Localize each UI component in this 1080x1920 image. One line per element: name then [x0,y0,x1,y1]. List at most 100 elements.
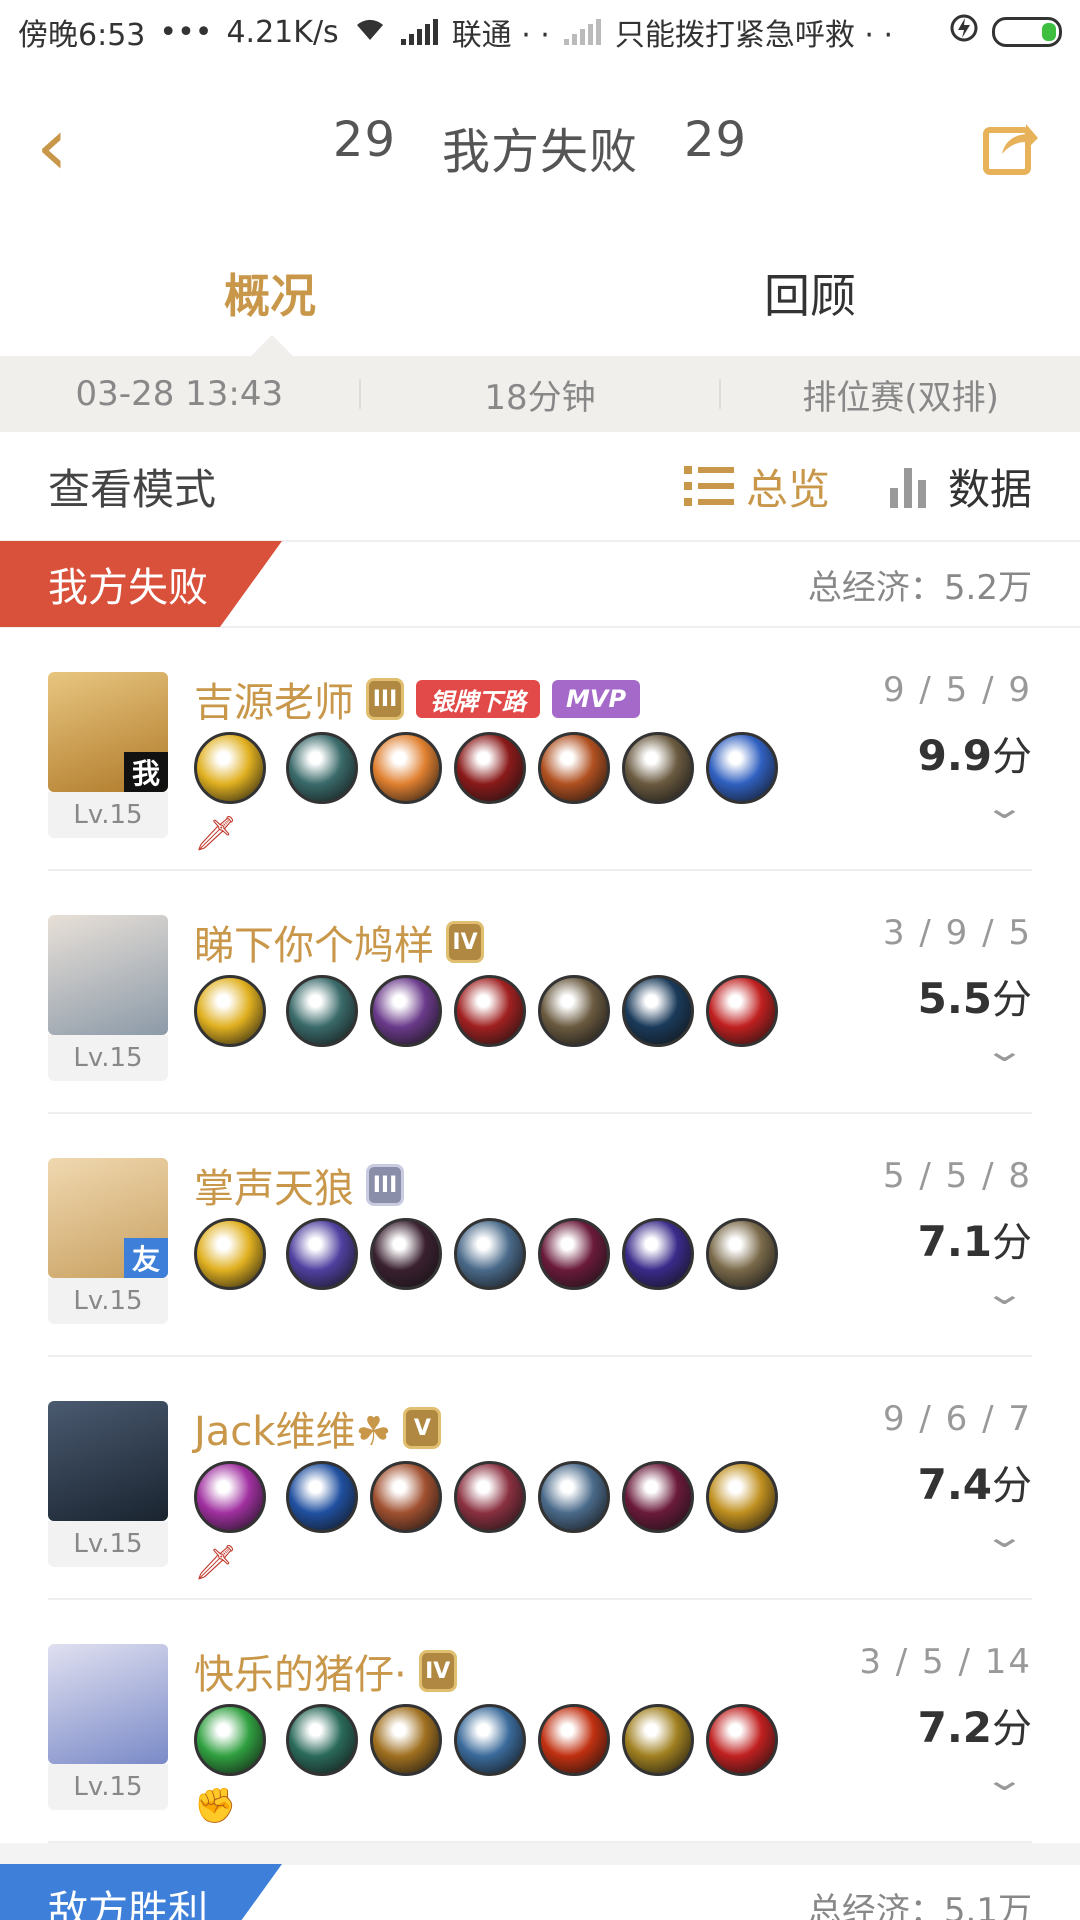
hero-avatar[interactable] [48,915,168,1035]
match-info-bar: 03-28 13:43 18分钟 排位赛(双排) [0,356,1080,432]
player-name[interactable]: 快乐的猪仔· [194,1642,407,1700]
data-label: 数据 [947,464,1032,514]
item-icon [370,1704,442,1776]
hero-avatar[interactable] [48,1644,168,1764]
hero-avatar[interactable]: 友 [48,1158,168,1278]
item-row [194,1461,778,1533]
hero-level: Lv.15 [48,1278,168,1324]
item-icon [538,1461,610,1533]
tab-indicator [250,335,294,357]
item-icon [538,1218,610,1290]
item-icon [622,1461,694,1533]
item-icon [286,975,358,1047]
summoner-spell-icon [194,1461,266,1533]
chevron-down-icon[interactable]: ⌄ [983,788,1026,826]
ally-kills: 29 [332,112,396,168]
fist-icon: ✊ [194,1786,237,1826]
match-title: 29 我方失败 29 [333,112,747,182]
signal-icon [400,19,438,45]
player-row[interactable]: 友 Lv.15 掌声天狼 III 5 / 5 / 8 7.1分 ⌄ [48,1114,1032,1357]
status-time: 傍晚6:53 [18,18,146,53]
item-icon [370,732,442,804]
score-value: 9.9 [917,731,992,780]
hero-avatar[interactable] [48,1401,168,1521]
player-row[interactable]: Lv.15 睇下你个鸠样 IV 3 / 9 / 5 5.5分 ⌄ [48,871,1032,1114]
item-icon [706,1218,778,1290]
enemy-team-tag: 敌方胜利 [0,1864,282,1920]
player-name[interactable]: 掌声天狼 [194,1156,354,1214]
share-icon[interactable] [982,118,1040,176]
player-name-row: 睇下你个鸠样 IV [194,913,484,971]
item-icon [454,975,526,1047]
ally-team-header: 我方失败 总经济：5.2万 [0,541,1080,628]
ally-player-list: 我 Lv.15 吉源老师 III 银牌下路 MVP 🗡 9 / 5 / 9 9.9… [0,628,1080,1843]
overview-button[interactable]: 总览 [683,456,830,517]
match-duration: 18分钟 [484,377,596,418]
item-icon [286,1704,358,1776]
item-icon [370,1218,442,1290]
player-score: 7.2分 [918,1696,1032,1754]
score-unit: 分 [992,1706,1032,1752]
rank-badge: IV [446,921,484,963]
chevron-down-icon[interactable]: ⌄ [983,1274,1026,1312]
item-icon [706,732,778,804]
player-name-row: 快乐的猪仔· IV [194,1642,457,1700]
overview-label: 总览 [745,464,830,514]
hero-level: Lv.15 [48,1035,168,1081]
item-icon [454,1461,526,1533]
match-result: 我方失败 [441,124,638,180]
kda: 3 / 5 / 14 [859,1642,1032,1682]
score-unit: 分 [992,734,1032,780]
chevron-down-icon[interactable]: ⌄ [983,1760,1026,1798]
item-icon [622,1218,694,1290]
player-score: 5.5分 [918,967,1032,1025]
player-name[interactable]: 吉源老师 [194,670,354,728]
score-value: 7.2 [917,1703,992,1752]
item-icon [622,732,694,804]
rank-badge: III [366,1164,404,1206]
score-value: 7.4 [917,1460,992,1509]
player-name[interactable]: Jack维维☘ [194,1399,391,1457]
tab-bar: 概况 回顾 [0,230,1080,357]
hero-avatar[interactable]: 我 [48,672,168,792]
player-row[interactable]: 我 Lv.15 吉源老师 III 银牌下路 MVP 🗡 9 / 5 / 9 9.9… [48,628,1032,871]
item-icon [286,732,358,804]
data-button[interactable]: 数据 [886,456,1032,517]
enemy-kills: 29 [684,112,748,168]
match-header: ‹ 29 我方失败 29 [0,64,1080,230]
sword-icon: 🗡 [194,814,238,854]
tab-review[interactable]: 回顾 [540,230,1080,356]
kda: 5 / 5 / 8 [882,1156,1032,1196]
hero-level: Lv.15 [48,1521,168,1567]
kda: 9 / 6 / 7 [882,1399,1032,1439]
player-row[interactable]: Lv.15 Jack维维☘ V 🗡 9 / 6 / 7 7.4分 ⌄ [48,1357,1032,1600]
summoner-spell-icon [194,975,266,1047]
score-unit: 分 [992,1220,1032,1266]
ally-economy: 总经济：5.2万 [807,567,1032,608]
item-icon [706,975,778,1047]
chevron-down-icon[interactable]: ⌄ [983,1517,1026,1555]
silver-badge: 银牌下路 [416,680,540,718]
player-name-row: 吉源老师 III 银牌下路 MVP [194,670,641,728]
player-row[interactable]: Lv.15 快乐的猪仔· IV ✊ 3 / 5 / 14 7.2分 ⌄ [48,1600,1032,1843]
no-signal-icon [563,19,601,45]
kda: 9 / 5 / 9 [882,670,1032,710]
player-name-row: Jack维维☘ V [194,1399,442,1457]
status-dots: ••• [159,14,213,50]
player-score: 7.1分 [918,1210,1032,1268]
enemy-team-header: 敌方胜利 总经济：5.1万 [0,1864,1080,1920]
status-bar: 傍晚6:53 ••• 4.21K/s 联通 · · 只能拨打紧急呼救 · · [0,0,1080,64]
score-value: 7.1 [917,1217,992,1266]
network-speed: 4.21K/s [226,14,339,50]
charging-icon [950,13,978,51]
match-mode: 排位赛(双排) [802,377,999,418]
mvp-badge: MVP [552,680,641,718]
player-name[interactable]: 睇下你个鸠样 [194,913,434,971]
item-icon [706,1704,778,1776]
view-mode-label: 查看模式 [48,464,217,514]
rank-badge: V [403,1407,442,1449]
item-icon [454,732,526,804]
chevron-down-icon[interactable]: ⌄ [983,1031,1026,1069]
back-icon[interactable]: ‹ [36,107,68,187]
summoner-spell-icon [194,1218,266,1290]
